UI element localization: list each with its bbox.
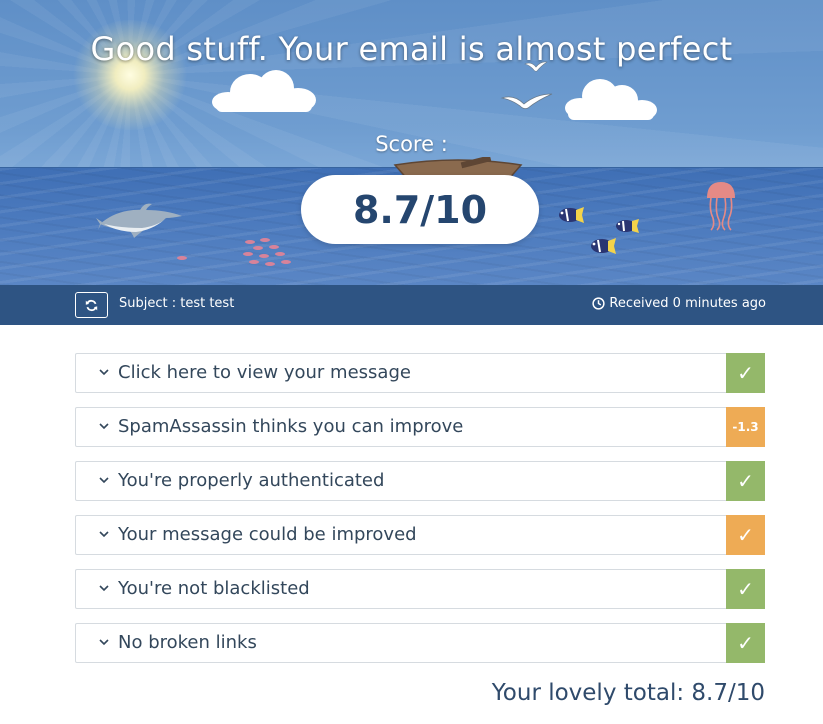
score-value: 8.7/10 [352,187,488,232]
total-score: Your lovely total: 8.7/10 [491,680,765,706]
page-title: Good stuff. Your email is almost perfect [90,30,733,68]
check-icon: ✓ [726,353,765,393]
fish-icon [559,207,584,223]
score-label: Score : [375,132,448,156]
result-label: SpamAssassin thinks you can improve [118,416,464,437]
refresh-icon [85,299,98,311]
results-list: Click here to view your message ✓ SpamAs… [75,353,765,677]
chevron-down-icon [99,531,109,538]
check-icon: ✓ [726,461,765,501]
result-row-spamassassin[interactable]: SpamAssassin thinks you can improve -1.3 [75,407,765,447]
chevron-down-icon [99,585,109,592]
fish-school-icon [177,238,291,266]
score-badge: 8.7/10 [301,175,539,244]
fish-icon [591,238,616,254]
result-row-message-improved[interactable]: Your message could be improved ✓ [75,515,765,555]
fish-icon [616,219,639,233]
result-row-view-message[interactable]: Click here to view your message ✓ [75,353,765,393]
refresh-button[interactable] [75,292,108,318]
hero-banner: Good stuff. Your email is almost perfect… [0,0,823,285]
chevron-down-icon [99,423,109,430]
check-icon: ✓ [726,623,765,663]
subject-bar: Subject : test test Received 0 minutes a… [0,285,823,325]
clock-icon [592,297,606,310]
result-row-broken-links[interactable]: No broken links ✓ [75,623,765,663]
received-time: Received 0 minutes ago [592,296,766,311]
result-label: No broken links [118,632,257,653]
check-icon: ✓ [726,515,765,555]
result-row-blacklist[interactable]: You're not blacklisted ✓ [75,569,765,609]
chevron-down-icon [99,369,109,376]
seagull-icon [500,93,553,110]
cloud-icon [565,79,657,120]
result-row-authentication[interactable]: You're properly authenticated ✓ [75,461,765,501]
result-label: Click here to view your message [118,362,411,383]
result-label: Your message could be improved [118,524,417,545]
check-icon: ✓ [726,569,765,609]
score-penalty-badge: -1.3 [726,407,765,447]
result-label: You're not blacklisted [118,578,310,599]
cloud-icon [212,70,316,112]
result-label: You're properly authenticated [118,470,385,491]
jellyfish-icon [707,182,735,231]
received-text: Received 0 minutes ago [609,296,766,311]
email-subject: Subject : test test [119,296,235,311]
chevron-down-icon [99,639,109,646]
chevron-down-icon [99,477,109,484]
